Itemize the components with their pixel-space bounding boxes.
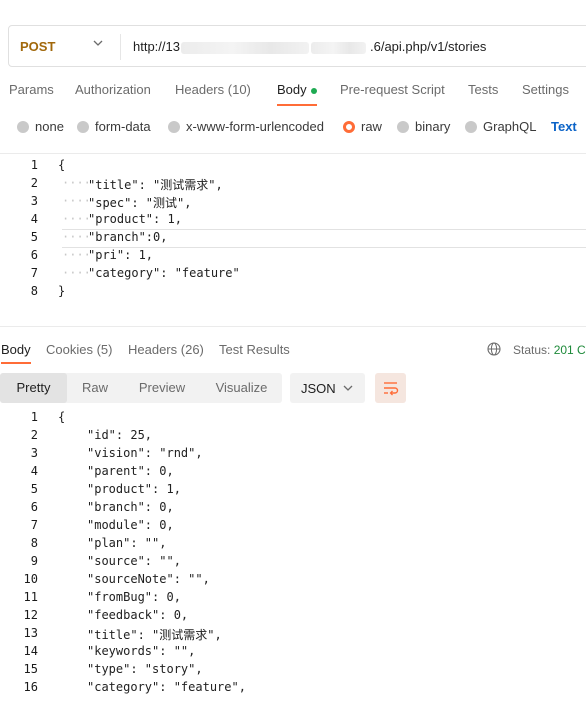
code-line: "source": "", xyxy=(87,554,181,568)
radio-graphql[interactable]: GraphQL xyxy=(465,119,536,134)
code-line: "fromBug": 0, xyxy=(87,590,181,604)
code-line: "branch": 0, xyxy=(87,500,174,514)
line-number: 13 xyxy=(23,626,38,640)
line-number: 15 xyxy=(23,662,38,676)
raw-button[interactable]: Raw xyxy=(67,373,123,403)
indent-guide: ···· xyxy=(62,248,91,262)
request-bar: POST http://13 .6/api.php/v1/stories xyxy=(8,25,586,67)
code-line: "module": 0, xyxy=(87,518,174,532)
line-number: 10 xyxy=(23,572,38,586)
code-line: "vision": "rnd", xyxy=(87,446,203,460)
indent-guide: ···· xyxy=(62,194,91,208)
url-input[interactable]: http://13 .6/api.php/v1/stories xyxy=(133,39,486,54)
line-number: 2 xyxy=(30,428,38,442)
tab-pre-request-script[interactable]: Pre-request Script xyxy=(340,82,445,97)
line-number: 7 xyxy=(30,518,38,532)
line-number: 3 xyxy=(30,194,38,208)
tab-test-results[interactable]: Test Results xyxy=(219,342,290,357)
tab-settings[interactable]: Settings xyxy=(522,82,569,97)
line-number: 9 xyxy=(30,554,38,568)
code-line: "type": "story", xyxy=(87,662,203,676)
divider xyxy=(120,34,121,60)
code-line: "title": "测试需求", xyxy=(87,628,222,642)
code-line: { xyxy=(58,158,66,172)
line-number: 6 xyxy=(30,500,38,514)
radio-none[interactable]: none xyxy=(17,119,64,134)
tab-headers[interactable]: Headers (10) xyxy=(175,82,251,97)
chevron-down-icon[interactable] xyxy=(93,38,103,48)
line-number: 7 xyxy=(30,266,38,280)
modified-dot-icon xyxy=(310,87,317,94)
indent-guide: ···· xyxy=(62,212,91,226)
line-number: 6 xyxy=(30,248,38,262)
format-select-label: JSON xyxy=(301,381,336,396)
line-number: 14 xyxy=(23,644,38,658)
globe-icon[interactable] xyxy=(487,342,501,356)
indent-guide: ···· xyxy=(62,266,91,280)
code-line: "category": "feature", xyxy=(87,680,246,694)
line-number: 12 xyxy=(23,608,38,622)
line-number: 2 xyxy=(30,176,38,190)
line-number: 5 xyxy=(30,230,38,244)
line-number: 1 xyxy=(30,410,38,424)
line-number: 16 xyxy=(23,680,38,694)
redacted-host xyxy=(310,41,366,54)
code-line: "plan": "", xyxy=(87,536,167,550)
radio-form-data[interactable]: form-data xyxy=(77,119,151,134)
tab-cookies[interactable]: Cookies (5) xyxy=(46,342,112,357)
tab-response-body[interactable]: Body xyxy=(1,342,31,357)
redacted-host xyxy=(180,41,309,54)
code-line: "id": 25, xyxy=(87,428,153,442)
line-number: 3 xyxy=(30,446,38,460)
wrap-lines-icon xyxy=(384,382,399,396)
visualize-button[interactable]: Visualize xyxy=(201,373,282,403)
code-line: { xyxy=(58,410,66,424)
url-suffix: .6/api.php/v1/stories xyxy=(369,39,487,54)
line-number: 11 xyxy=(23,590,38,604)
chevron-down-icon xyxy=(343,385,353,391)
preview-button[interactable]: Preview xyxy=(123,373,201,403)
radio-x-www-form-urlencoded[interactable]: x-www-form-urlencoded xyxy=(168,119,324,134)
code-line: "branch":0, xyxy=(88,230,168,244)
radio-raw[interactable]: raw xyxy=(343,119,382,134)
url-prefix: http://13 xyxy=(133,39,180,54)
code-line: "category": "feature" xyxy=(88,266,240,280)
pretty-button[interactable]: Pretty xyxy=(0,373,67,403)
line-number: 8 xyxy=(30,284,38,298)
code-line: "parent": 0, xyxy=(87,464,174,478)
tab-response-headers[interactable]: Headers (26) xyxy=(128,342,204,357)
format-toggle-group: Pretty Raw Preview Visualize xyxy=(0,373,282,403)
request-body-editor[interactable]: 1 2 3 4 5 6 7 8 { "title": "测试需求", "spec… xyxy=(0,153,586,327)
indent-guide: ···· xyxy=(62,230,91,244)
tab-tests[interactable]: Tests xyxy=(468,82,498,97)
active-tab-indicator xyxy=(277,104,317,106)
body-format-select[interactable]: Text xyxy=(551,119,577,134)
line-number: 8 xyxy=(30,536,38,550)
code-line: "feedback": 0, xyxy=(87,608,189,622)
response-format-select[interactable]: JSON xyxy=(290,373,365,403)
code-line: "spec": "测试", xyxy=(88,196,192,210)
code-line: "product": 1, xyxy=(87,482,181,496)
wrap-lines-button[interactable] xyxy=(375,373,406,403)
method-select[interactable]: POST xyxy=(20,39,55,54)
code-line: "sourceNote": "", xyxy=(87,572,210,586)
tab-authorization[interactable]: Authorization xyxy=(75,82,151,97)
response-status: Status: 201 C xyxy=(513,343,586,357)
tab-body[interactable]: Body xyxy=(277,82,317,97)
line-number: 4 xyxy=(30,212,38,226)
code-line: "product": 1, xyxy=(88,212,182,226)
code-line: "pri": 1, xyxy=(88,248,154,262)
active-tab-indicator xyxy=(1,362,31,364)
response-body-viewer[interactable]: 1 {2 "id": 25, 3 "vision": "rnd", 4 "parent": … xyxy=(0,408,586,702)
indent-guide: ···· xyxy=(62,176,91,190)
tab-params[interactable]: Params xyxy=(9,82,54,97)
line-number: 1 xyxy=(30,158,38,172)
code-line: } xyxy=(58,284,66,298)
code-line: "keywords": "", xyxy=(87,644,196,658)
line-number: 5 xyxy=(30,482,38,496)
line-number: 4 xyxy=(30,464,38,478)
code-line: "title": "测试需求", xyxy=(88,178,223,192)
radio-binary[interactable]: binary xyxy=(397,119,450,134)
